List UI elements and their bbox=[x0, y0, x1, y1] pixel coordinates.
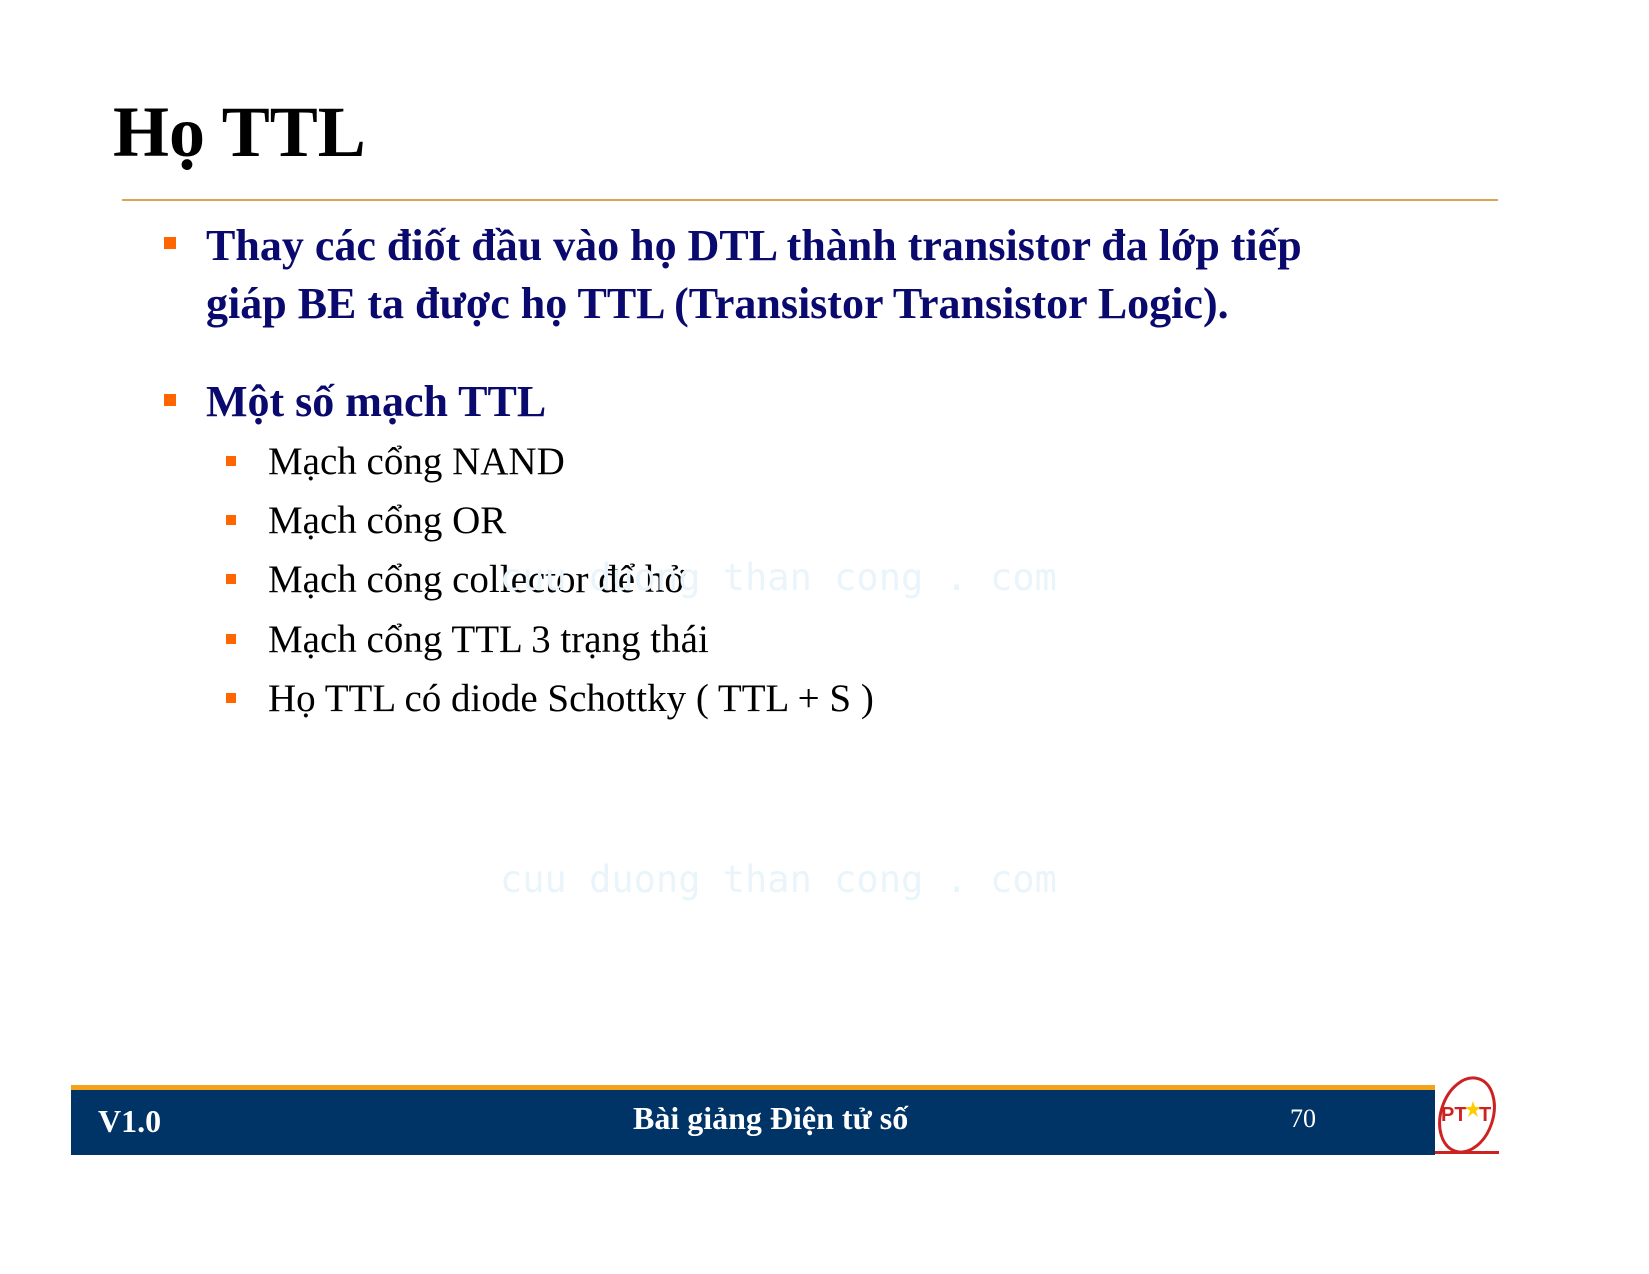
sub-item-nand: Mạch cổng NAND bbox=[268, 440, 565, 483]
title-divider bbox=[122, 199, 1498, 201]
footer-course-title: Bài giảng Điện tử số bbox=[633, 1100, 909, 1136]
bullet-1-line-2: giáp BE ta được họ TTL (Transistor Trans… bbox=[206, 279, 1229, 328]
sub-item-schottky: Họ TTL có diode Schottky ( TTL + S ) bbox=[268, 677, 874, 720]
bullet-2-heading: Một số mạch TTL bbox=[206, 377, 547, 426]
sub-item-tristate: Mạch cổng TTL 3 trạng thái bbox=[268, 618, 709, 661]
svg-text:T: T bbox=[1479, 1104, 1491, 1126]
sub-bullet-square-icon bbox=[226, 515, 236, 525]
sub-bullet-square-icon bbox=[226, 456, 236, 466]
slide-title: Họ TTL bbox=[113, 92, 366, 172]
watermark-text: cuu duong than cong . com bbox=[500, 556, 1057, 599]
sub-bullet-square-icon bbox=[226, 693, 236, 703]
footer-version: V1.0 bbox=[98, 1103, 162, 1139]
bullet-1-line-1: Thay các điốt đầu vào họ DTL thành trans… bbox=[206, 221, 1302, 270]
ptit-logo-icon: PT T bbox=[1435, 1063, 1499, 1158]
sub-bullet-square-icon bbox=[226, 574, 236, 584]
watermark-text: cuu duong than cong . com bbox=[500, 858, 1057, 901]
bullet-square-icon bbox=[164, 237, 176, 249]
footer-page-number: 70 bbox=[1290, 1104, 1316, 1133]
ptit-logo-graphic: PT T bbox=[1435, 1076, 1499, 1154]
svg-text:PT: PT bbox=[1441, 1104, 1467, 1126]
sub-item-or: Mạch cổng OR bbox=[268, 499, 507, 542]
sub-bullet-square-icon bbox=[226, 634, 236, 644]
bullet-square-icon bbox=[164, 394, 176, 406]
